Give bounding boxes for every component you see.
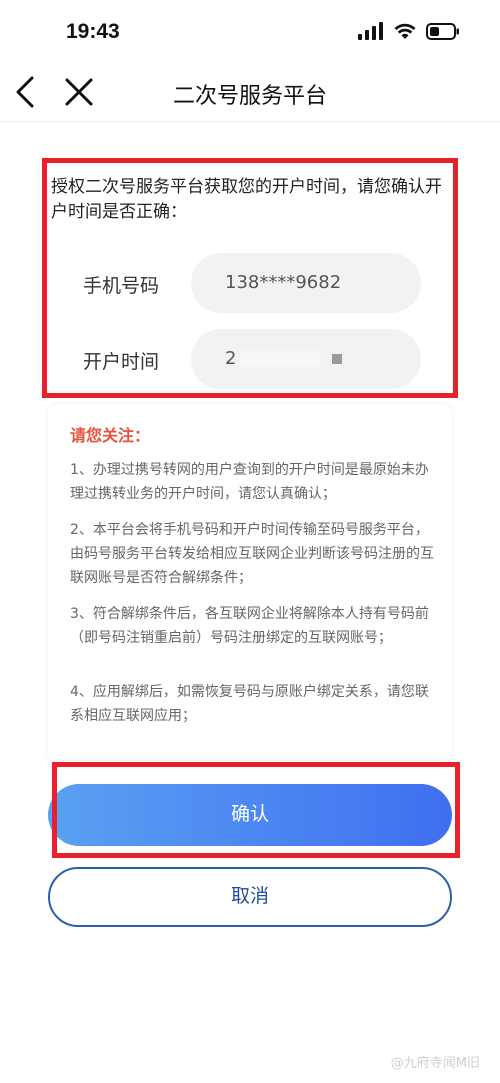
nav-bar: 二次号服务平台 xyxy=(0,64,500,122)
watermark: @九府寺闻M旧 xyxy=(390,1056,480,1071)
redacted-mark xyxy=(332,354,343,364)
authorization-intro: 授权二次号服务平台获取您的开户时间，请您确认开户时间是否正确： xyxy=(51,177,442,222)
page-title: 二次号服务平台 xyxy=(172,84,327,109)
open-time-value: 2 xyxy=(225,348,237,369)
phone-field: 138****9682 xyxy=(191,253,421,313)
open-time-field: 2 xyxy=(191,329,421,389)
redacted-block xyxy=(240,351,321,367)
status-bar: 19:43 xyxy=(0,0,500,64)
notice-item: 4、应用解绑后，如需恢复号码与原账户绑定关系，请您联系相应互联网应用； xyxy=(70,684,429,724)
notice-card: 请您关注： 1、办理过携号转网的用户查询到的开户时间是最原始未办理过携转业务的开… xyxy=(48,404,452,760)
notice-title: 请您关注： xyxy=(70,426,151,445)
status-icons xyxy=(358,22,460,40)
cancel-button[interactable]: 取消 xyxy=(48,867,452,927)
notice-item: 2、本平台会将手机号码和开户时间传输至码号服务平台，由码号服务平台转发给相应互联… xyxy=(70,522,434,586)
phone-label: 手机号码 xyxy=(83,275,160,297)
notice-item: 1、办理过携号转网的用户查询到的开户时间是最原始未办理过携转业务的开户时间，请您… xyxy=(70,462,429,502)
wifi-icon xyxy=(394,23,416,39)
notice-item: 3、符合解绑条件后，各互联网企业将解除本人持有号码前（即号码注销重启前）号码注册… xyxy=(70,606,429,646)
signal-icon xyxy=(358,22,383,40)
authorization-section: 授权二次号服务平台获取您的开户时间，请您确认开户时间是否正确： 手机号码 138… xyxy=(42,158,458,398)
open-time-label: 开户时间 xyxy=(83,351,160,373)
status-time: 19:43 xyxy=(66,20,120,43)
battery-icon xyxy=(426,22,459,40)
confirm-highlight-box xyxy=(52,762,460,858)
